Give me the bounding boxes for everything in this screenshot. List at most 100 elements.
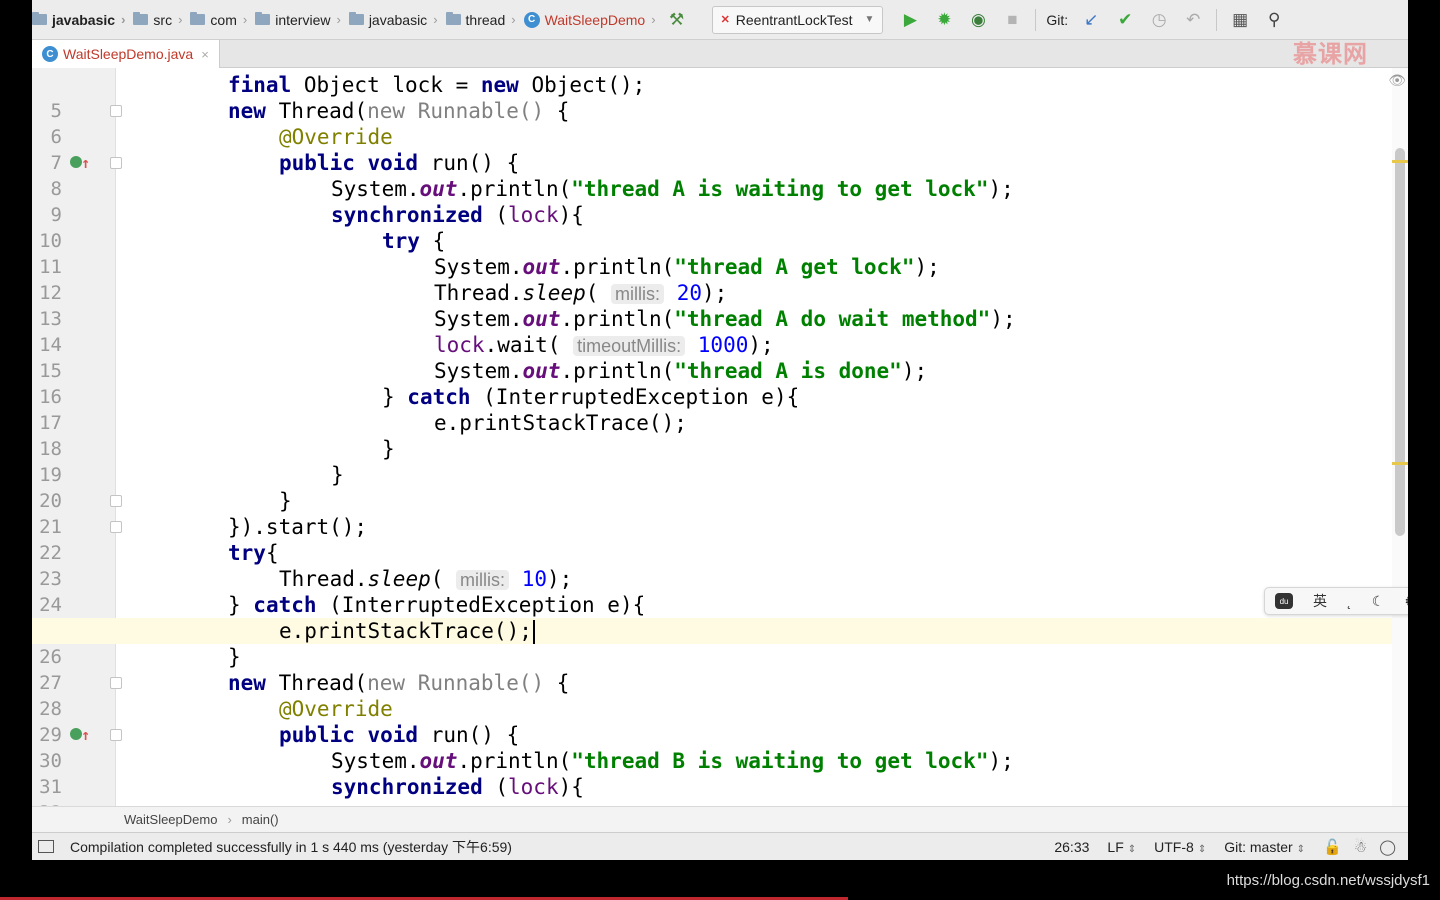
folder-icon	[348, 12, 364, 25]
code-line: 30 ↑ public void run() {	[39, 723, 520, 772]
fold-icon[interactable]	[110, 495, 122, 507]
coverage-icon[interactable]: ◉	[964, 6, 992, 34]
code-line: 8 ↑ public void run() {	[50, 151, 520, 200]
breadcrumb-javabasic[interactable]: javabasic ›	[345, 0, 442, 40]
fold-icon[interactable]	[110, 729, 122, 741]
revert-icon[interactable]: ↶	[1179, 6, 1207, 34]
code-line: 20 }	[39, 463, 344, 512]
warning-marker[interactable]	[1392, 462, 1408, 465]
breadcrumb-class-name[interactable]: WaitSleepDemo	[124, 812, 217, 827]
history-icon[interactable]: ◷	[1145, 6, 1173, 34]
ime-language-toggle[interactable]: 英	[1313, 591, 1327, 611]
breadcrumb-com[interactable]: com ›	[186, 0, 251, 40]
eye-icon[interactable]: 👁	[1388, 72, 1406, 89]
code-line: 5 final Object lock = new Object();	[50, 73, 646, 122]
run-config-icon: ✕	[720, 14, 730, 26]
git-commit-icon[interactable]: ✔	[1111, 6, 1139, 34]
code-line: 27 }	[39, 645, 241, 694]
baidu-ime-icon[interactable]: du	[1275, 593, 1294, 609]
parameter-hint: timeoutMillis:	[573, 336, 686, 356]
code-editor[interactable]: 5 final Object lock = new Object(); 6 ne…	[32, 68, 1408, 806]
status-message: Compilation completed successfully in 1 …	[70, 838, 512, 855]
close-icon[interactable]: ×	[201, 47, 209, 62]
code-breadcrumb: WaitSleepDemo › main()	[32, 806, 1408, 832]
fold-icon[interactable]	[110, 677, 122, 689]
ide-window: javabasic › src › com › interview › javabasi…	[32, 0, 1408, 860]
folder-icon	[255, 12, 271, 25]
chevron-updown-icon: ⇕	[1127, 843, 1137, 855]
code-line: 16 System.out.println("thread A is done"…	[39, 359, 928, 408]
git-update-icon[interactable]: ↙	[1077, 6, 1105, 34]
code-line: 25 } catch (InterruptedException e){	[39, 593, 646, 642]
text-caret	[532, 620, 535, 644]
code-line: 7 @Override	[50, 125, 393, 174]
folder-icon	[133, 12, 149, 25]
code-line: 18 e.printStackTrace();	[39, 411, 687, 460]
stop-icon[interactable]: ■	[998, 6, 1026, 34]
code-line: 31 System.out.println("thread B is waiti…	[39, 749, 1014, 798]
code-line: 14 System.out.println("thread A do wait …	[39, 307, 1016, 356]
code-line: 19 }	[39, 437, 395, 486]
scrollbar-thumb[interactable]	[1395, 148, 1405, 536]
code-line: 28 new Thread(new Runnable() {	[39, 671, 570, 720]
fold-icon[interactable]	[110, 105, 122, 117]
arrow-up-icon: ↑	[81, 726, 91, 744]
debug-icon[interactable]: ✹	[930, 6, 958, 34]
hammer-icon[interactable]: ⚒	[663, 6, 691, 34]
code-line: 24 Thread.sleep( millis: 10);	[39, 567, 573, 616]
ime-toolbar[interactable]: du 英 ˛ ☾ ⚙	[1264, 587, 1408, 615]
moon-icon[interactable]: ☾	[1372, 593, 1385, 610]
status-bar: Compilation completed successfully in 1 …	[32, 832, 1408, 860]
git-branch-select[interactable]: Git: master ⇕	[1224, 839, 1305, 855]
encoding-select[interactable]: UTF-8 ⇕	[1154, 839, 1206, 855]
code-line: 6 new Thread(new Runnable() {	[50, 99, 570, 148]
editor-scrollbar[interactable]	[1392, 68, 1408, 806]
folder-icon	[445, 12, 461, 25]
breadcrumb-project[interactable]: javabasic ›	[32, 0, 129, 40]
code-line: 23 try{	[39, 541, 279, 590]
java-class-icon: C	[523, 11, 540, 28]
breadcrumb-method-name[interactable]: main()	[242, 812, 279, 827]
breadcrumb-thread[interactable]: thread ›	[442, 0, 520, 40]
folder-icon	[32, 12, 47, 25]
tab-waitsleepdemo[interactable]: C WaitSleepDemo.java ×	[32, 40, 220, 68]
lock-icon[interactable]: 🔓	[1323, 838, 1342, 856]
gear-icon[interactable]: ⚙	[1404, 593, 1408, 610]
code-line: 29 @Override	[39, 697, 393, 746]
code-line: 21 }	[39, 489, 292, 538]
code-line: 10 synchronized (lock){	[39, 203, 584, 252]
code-line: 17 } catch (InterruptedException e){	[39, 385, 800, 434]
java-class-icon: C	[42, 46, 58, 62]
run-icon[interactable]: ▶	[896, 6, 924, 34]
event-log-icon[interactable]: ◯	[1379, 838, 1396, 856]
search-icon[interactable]: ⚲	[1260, 6, 1288, 34]
parameter-hint: millis:	[456, 570, 510, 590]
code-line: 12 System.out.println("thread A get lock…	[39, 255, 940, 304]
chevron-down-icon: ▼	[864, 14, 875, 25]
warning-marker[interactable]	[1392, 160, 1408, 163]
code-line: 13 Thread.sleep( millis: 20);	[39, 281, 728, 330]
line-separator-select[interactable]: LF ⇕	[1107, 839, 1136, 855]
run-configuration-select[interactable]: ✕ ReentrantLockTest ▼	[711, 5, 884, 34]
fold-icon[interactable]	[110, 521, 122, 533]
punctuation-icon[interactable]: ˛	[1347, 593, 1352, 609]
code-line: 15 lock.wait( timeoutMillis: 1000);	[39, 333, 774, 382]
footer-url: https://blog.csdn.net/wssjdysf1	[1226, 872, 1430, 889]
chevron-updown-icon: ⇕	[1197, 843, 1207, 855]
caret-position[interactable]: 26:33	[1054, 839, 1089, 855]
code-line: 9 System.out.println("thread A is waitin…	[50, 177, 1014, 226]
breadcrumb-interview[interactable]: interview ›	[251, 0, 345, 40]
tool-windows-toggle-icon[interactable]	[38, 840, 54, 853]
arrow-up-icon: ↑	[81, 154, 91, 172]
project-structure-icon[interactable]: ▦	[1226, 6, 1254, 34]
fold-icon[interactable]	[110, 157, 122, 169]
code-line: 11 try {	[39, 229, 446, 278]
editor-tab-bar: C WaitSleepDemo.java ×	[32, 40, 1408, 68]
code-line-current: 26 e.printStackTrace();	[32, 618, 1408, 668]
breadcrumb-src[interactable]: src ›	[129, 0, 186, 40]
code-line: 32 synchronized (lock){	[39, 775, 584, 806]
parameter-hint: millis:	[611, 284, 665, 304]
breadcrumb-class[interactable]: C WaitSleepDemo ›	[520, 0, 660, 40]
inspector-icon[interactable]: ☃	[1354, 838, 1367, 856]
folder-icon	[190, 12, 206, 25]
